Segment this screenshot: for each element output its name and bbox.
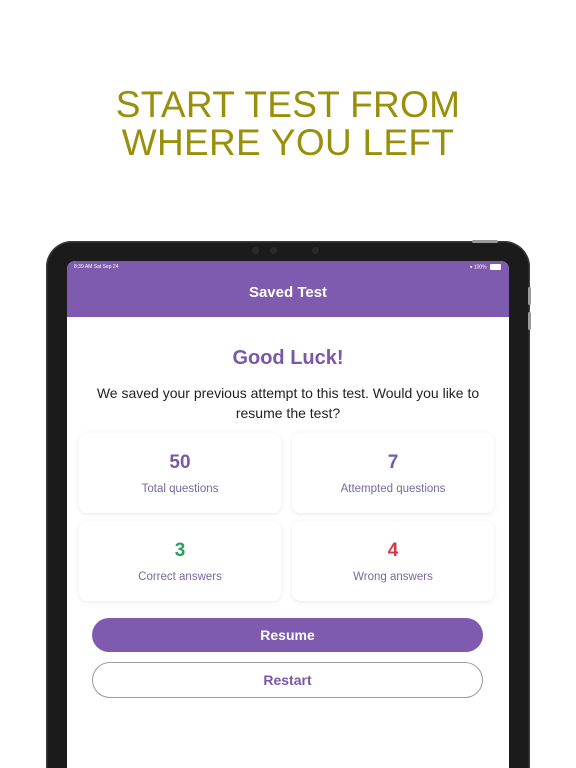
stat-card-wrong: 4 Wrong answers [292, 521, 494, 601]
sensor-dot [312, 247, 319, 254]
wifi-icon: ▾ [469, 264, 473, 271]
stat-label: Wrong answers [353, 571, 433, 583]
headline-line-2: WHERE YOU LEFT [121, 122, 455, 163]
headline-line-1: START TEST FROM [115, 84, 461, 125]
stat-card-correct: 3 Correct answers [79, 521, 281, 601]
sensor-dot [252, 247, 259, 254]
promo-page: START TEST FROM WHERE YOU LEFT 8:39 AM S… [0, 0, 576, 768]
stat-card-total: 50 Total questions [79, 433, 281, 513]
stat-value: 7 [387, 452, 399, 473]
battery-icon [490, 264, 501, 270]
stat-label: Total questions [141, 483, 219, 495]
stat-value: 4 [387, 540, 399, 561]
restart-button[interactable]: Restart [92, 662, 483, 698]
nav-title: Saved Test [248, 284, 328, 301]
stat-value: 50 [169, 452, 191, 473]
status-bar: 8:39 AM Sat Sep 24 ▾ 100% [67, 261, 509, 273]
status-right: ▾ 100% [470, 264, 501, 270]
volume-up-button [528, 287, 531, 305]
top-button [472, 240, 498, 243]
volume-down-button [528, 312, 531, 330]
stat-label: Attempted questions [340, 483, 446, 495]
nav-bar: Saved Test [67, 273, 509, 317]
battery-percent: 100% [473, 264, 487, 271]
promo-headline: START TEST FROM WHERE YOU LEFT [0, 86, 576, 162]
greeting-title: Good Luck! [232, 347, 344, 369]
stat-card-attempted: 7 Attempted questions [292, 433, 494, 513]
camera-icon [270, 247, 277, 254]
resume-description: We saved your previous attempt to this t… [96, 385, 480, 421]
stat-label: Correct answers [138, 571, 222, 583]
stat-value: 3 [174, 540, 186, 561]
status-time-date: 8:39 AM Sat Sep 24 [74, 264, 119, 270]
resume-button[interactable]: Resume [92, 618, 483, 652]
